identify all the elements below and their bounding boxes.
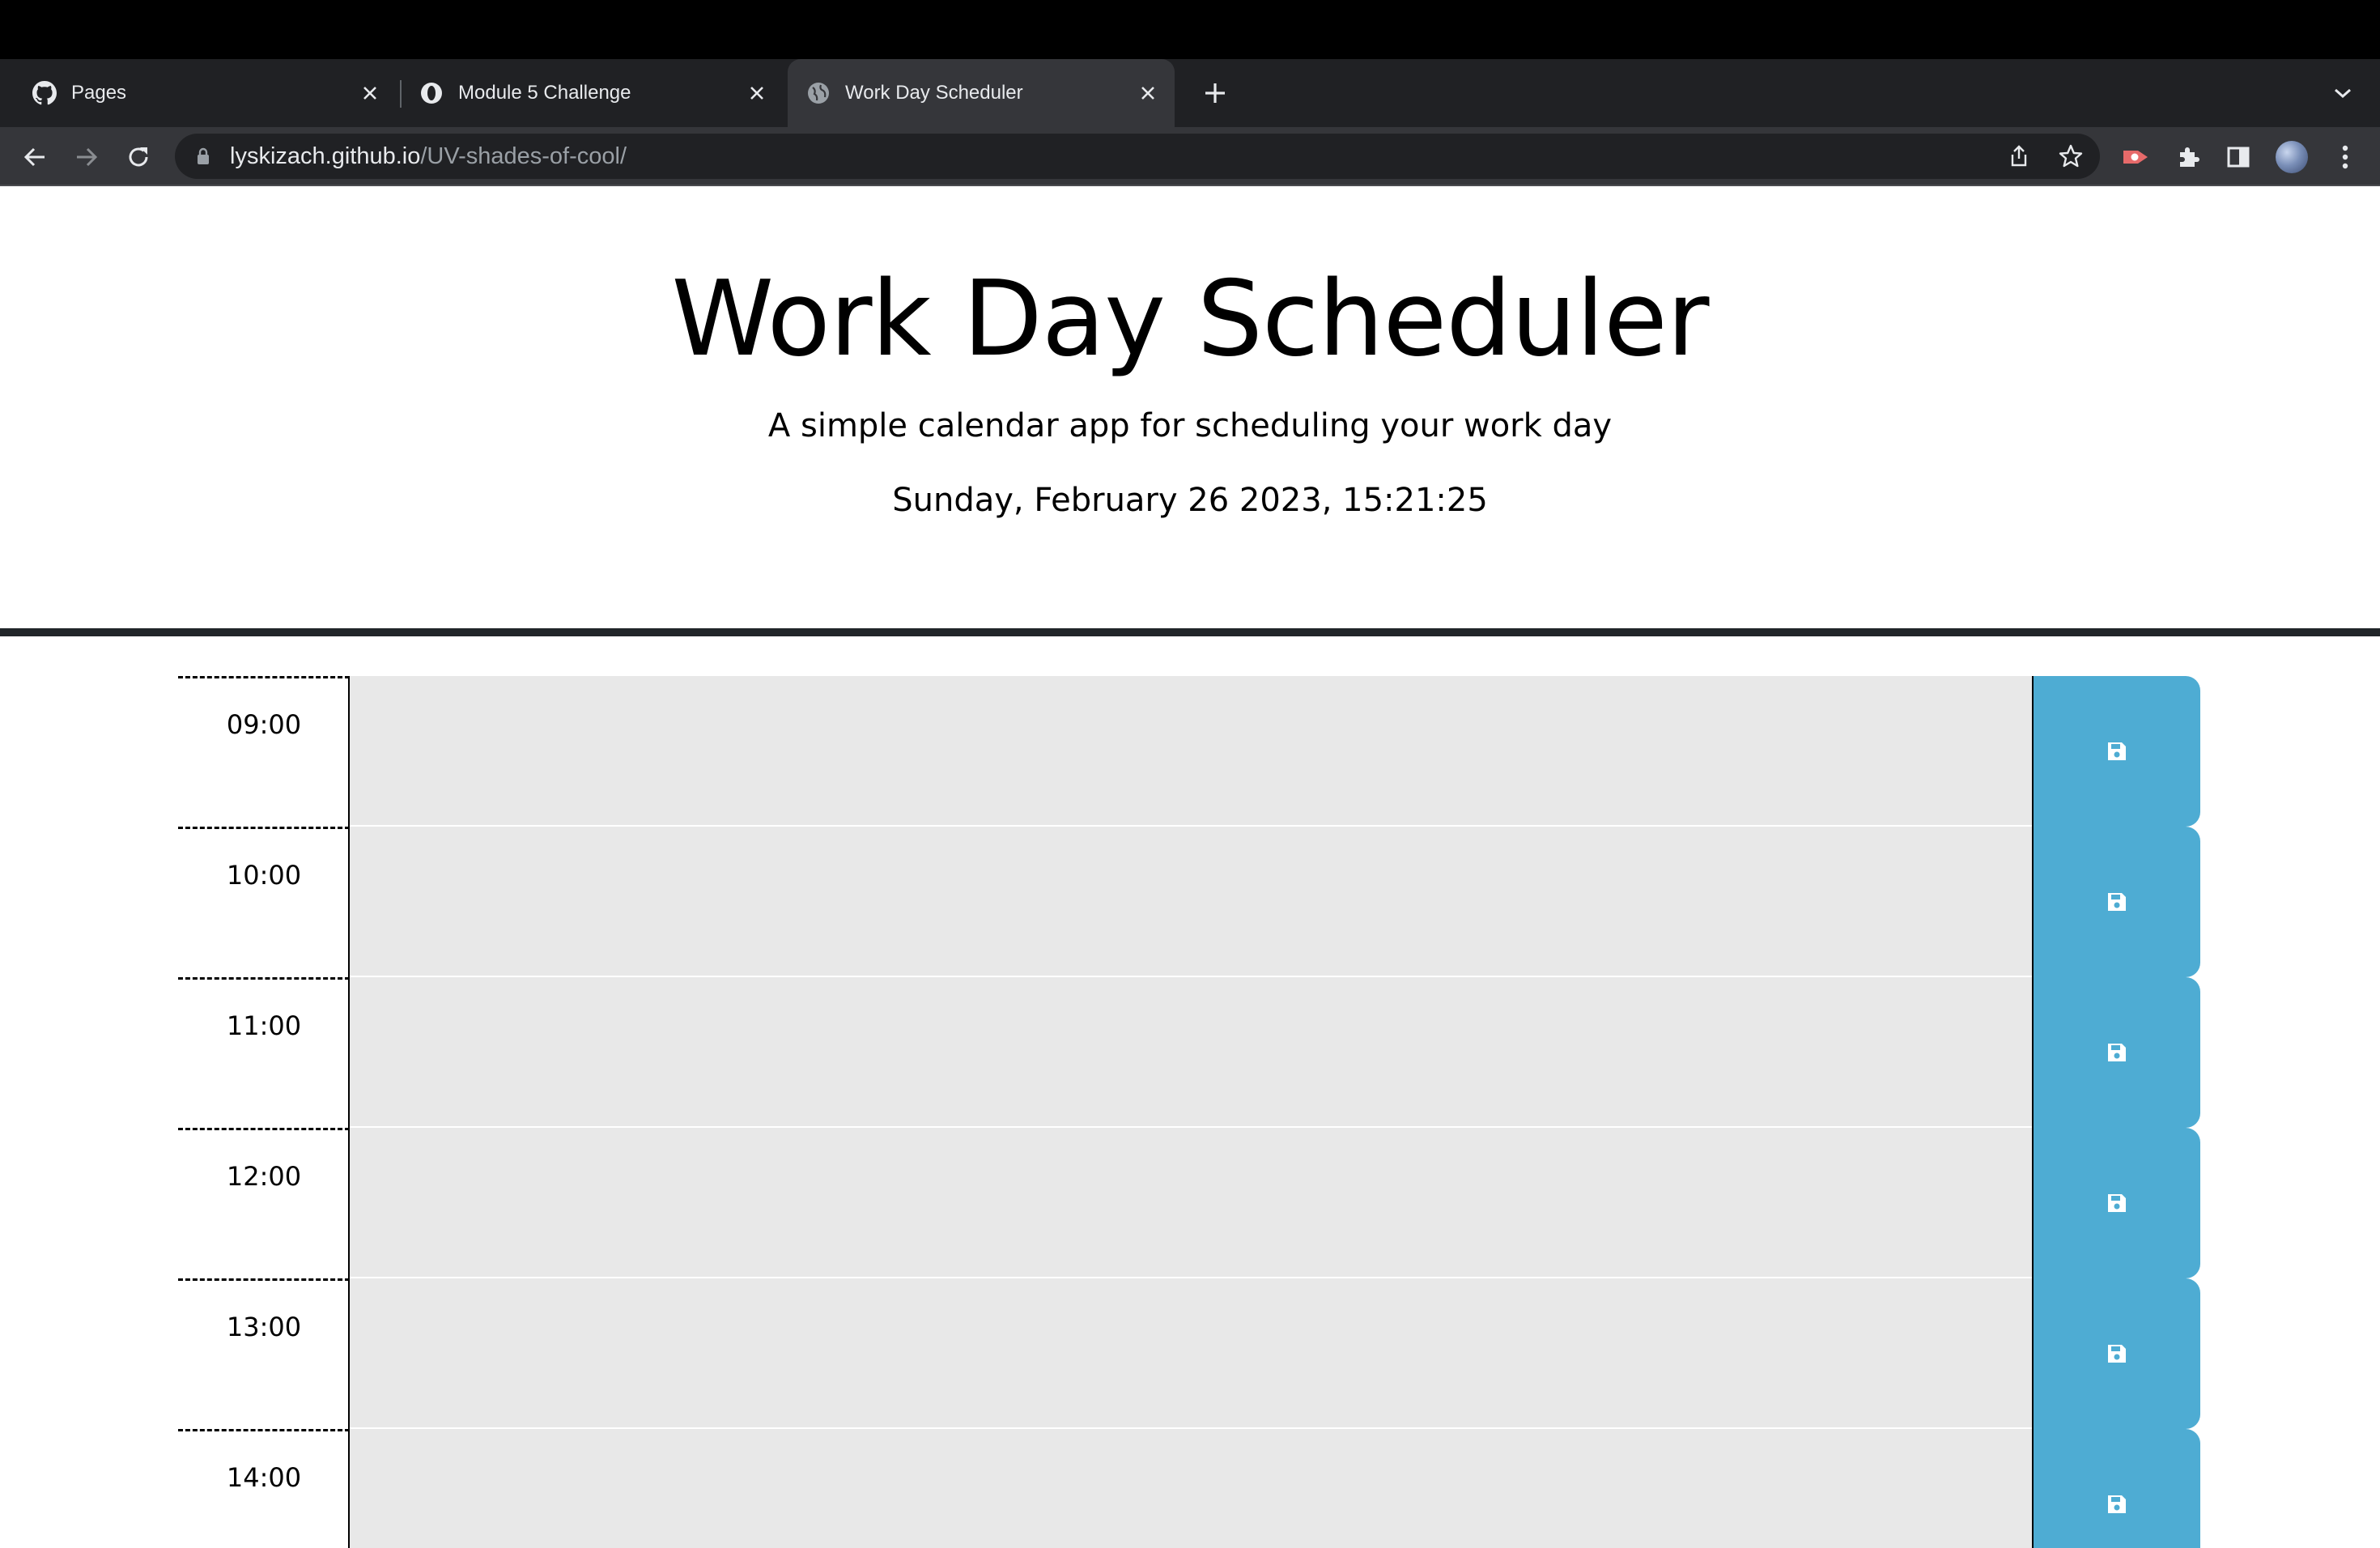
save-icon (2108, 1194, 2126, 1212)
time-block-row: 10:00 (178, 827, 2200, 977)
page-title: Work Day Scheduler (671, 259, 1709, 380)
time-block-row: 13:00 (178, 1278, 2200, 1429)
tab-label: Module 5 Challenge (458, 82, 631, 104)
kebab-menu-icon[interactable] (2325, 137, 2365, 177)
save-icon (2108, 1345, 2126, 1363)
url-host: lyskizach.github.io (230, 142, 421, 169)
page-content: Work Day Scheduler A simple calendar app… (0, 186, 2380, 1548)
close-tab-icon[interactable] (1136, 81, 1160, 105)
save-button[interactable] (2032, 827, 2200, 977)
side-panel-icon[interactable] (2218, 137, 2259, 177)
save-button[interactable] (2032, 1429, 2200, 1548)
event-description-input[interactable] (350, 1278, 2032, 1429)
jumbotron-header: Work Day Scheduler A simple calendar app… (0, 186, 2380, 630)
hour-label: 14:00 (226, 1462, 302, 1493)
page-subtitle: A simple calendar app for scheduling you… (767, 407, 1613, 444)
close-tab-icon[interactable] (745, 81, 769, 105)
hour-label: 10:00 (226, 860, 302, 891)
tab-strip: Pages Module 5 Challenge Work Day Schedu… (0, 59, 2380, 127)
profile-avatar[interactable] (2272, 137, 2312, 177)
save-button[interactable] (2032, 977, 2200, 1128)
chevron-down-icon[interactable] (2327, 77, 2359, 109)
close-tab-icon[interactable] (358, 81, 382, 105)
lock-icon[interactable] (194, 147, 212, 165)
hour-label: 13:00 (226, 1312, 302, 1342)
hour-label-box: 10:00 (178, 827, 350, 977)
event-description-input[interactable] (350, 676, 2032, 827)
globe-icon (805, 80, 831, 106)
save-icon (2108, 1044, 2126, 1061)
save-icon (2108, 893, 2126, 911)
extension-record-icon[interactable] (2116, 137, 2157, 177)
event-description-input[interactable] (350, 977, 2032, 1128)
address-bar[interactable]: lyskizach.github.io/UV-shades-of-cool/ (175, 134, 2100, 179)
tab-separator (400, 80, 402, 108)
new-tab-button[interactable] (1195, 73, 1235, 113)
avatar (2276, 141, 2308, 173)
share-icon[interactable] (2003, 140, 2035, 172)
back-button[interactable] (15, 137, 55, 177)
hour-label-box: 13:00 (178, 1278, 350, 1429)
hour-label: 11:00 (226, 1010, 302, 1041)
hour-label-box: 12:00 (178, 1128, 350, 1278)
hour-label: 12:00 (226, 1161, 302, 1192)
save-button[interactable] (2032, 676, 2200, 827)
save-icon (2108, 742, 2126, 760)
time-block-row: 12:00 (178, 1128, 2200, 1278)
reload-button[interactable] (118, 137, 159, 177)
hour-label-box: 14:00 (178, 1429, 350, 1548)
event-description-input[interactable] (350, 1128, 2032, 1278)
url-path: /UV-shades-of-cool/ (420, 142, 627, 169)
bookmark-star-icon[interactable] (2055, 140, 2087, 172)
circle-o-icon (419, 80, 444, 106)
forward-button[interactable] (66, 137, 107, 177)
url-text[interactable]: lyskizach.github.io/UV-shades-of-cool/ (230, 143, 627, 170)
window-titlebar (0, 0, 2380, 59)
event-description-input[interactable] (350, 1429, 2032, 1548)
hour-label-box: 09:00 (178, 676, 350, 827)
hour-label-box: 11:00 (178, 977, 350, 1128)
time-block-row: 11:00 (178, 977, 2200, 1128)
tab-label: Pages (71, 82, 127, 104)
hour-label: 09:00 (226, 709, 302, 740)
save-button[interactable] (2032, 1278, 2200, 1429)
extensions-puzzle-icon[interactable] (2168, 137, 2208, 177)
time-block-row: 09:00 (178, 676, 2200, 827)
tab-pages[interactable]: Pages (18, 59, 390, 127)
browser-toolbar: lyskizach.github.io/UV-shades-of-cool/ (0, 127, 2380, 186)
event-description-input[interactable] (350, 827, 2032, 977)
time-block-row: 14:00 (178, 1429, 2200, 1548)
tab-module-5-challenge[interactable]: Module 5 Challenge (405, 59, 777, 127)
tab-work-day-scheduler[interactable]: Work Day Scheduler (788, 59, 1175, 127)
tab-label: Work Day Scheduler (845, 82, 1023, 104)
header-divider (0, 628, 2380, 636)
save-icon (2108, 1495, 2126, 1513)
save-button[interactable] (2032, 1128, 2200, 1278)
current-datetime: Sunday, February 26 2023, 15:21:25 (892, 482, 1488, 519)
github-icon (32, 80, 57, 106)
